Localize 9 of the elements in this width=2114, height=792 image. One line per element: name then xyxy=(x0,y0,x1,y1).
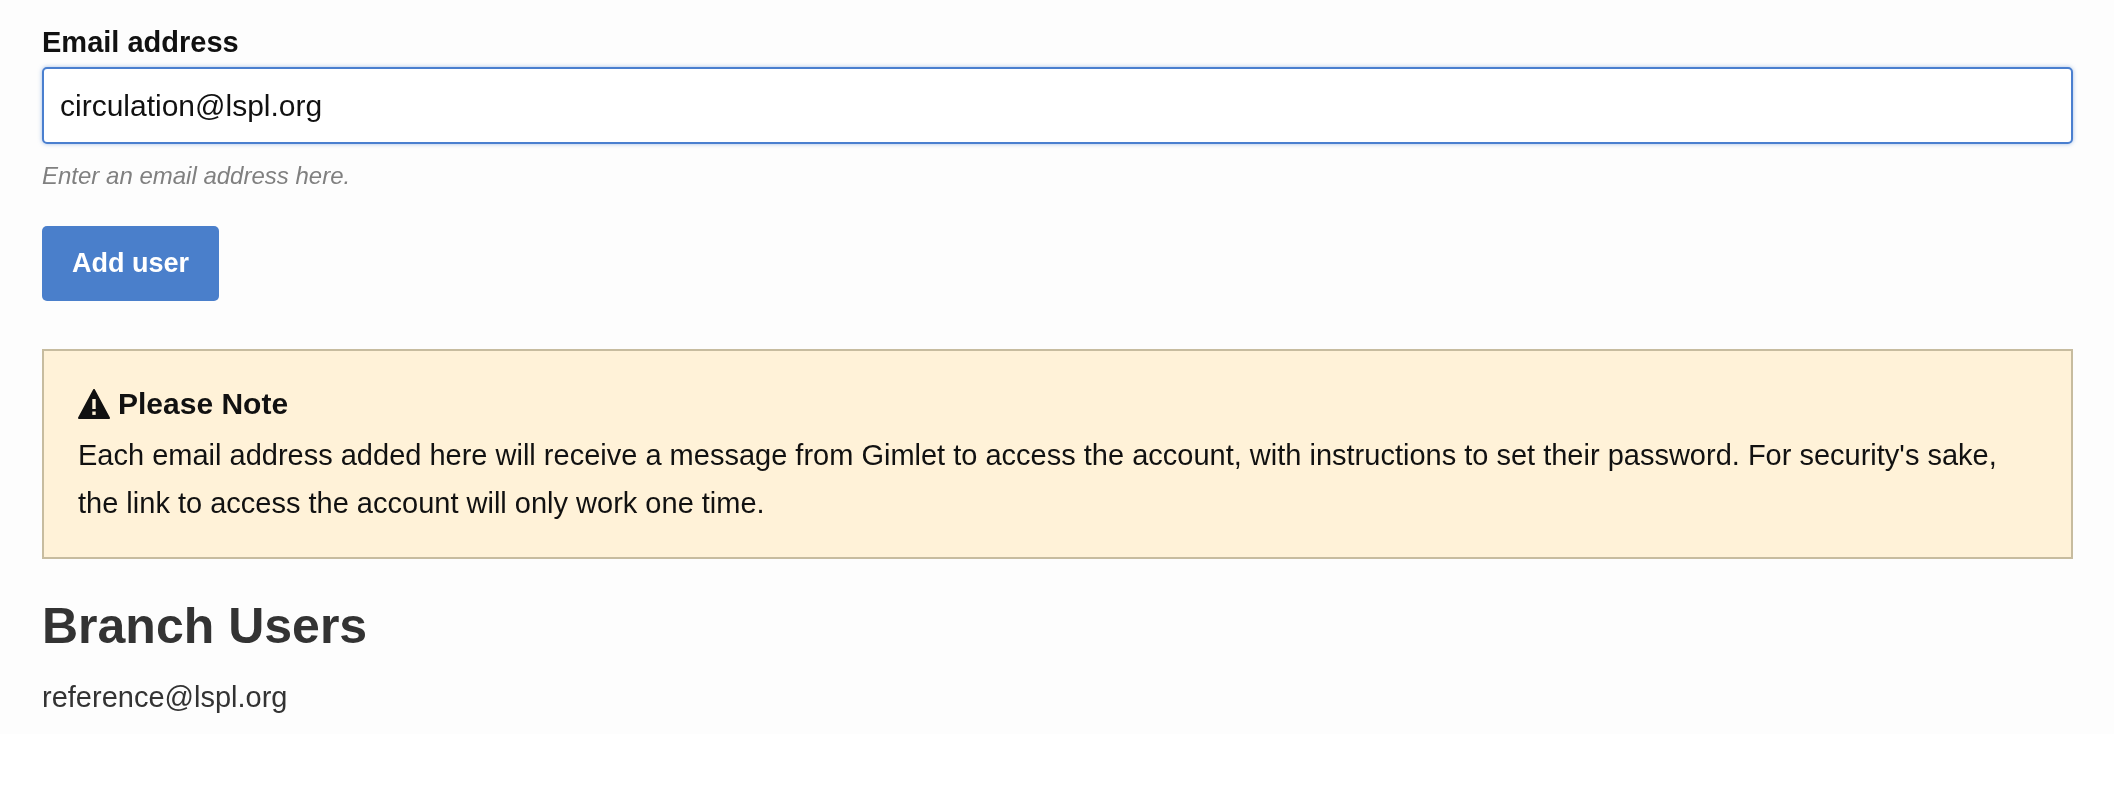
warning-icon xyxy=(78,389,110,419)
user-email: reference@lspl.org xyxy=(42,681,288,714)
note-text: Each email address added here will receive a message from Gimlet to access the account, with instructions to set their password. For security's sake, the link to access the account will only work one time. xyxy=(78,438,1998,521)
note-title: Please Note xyxy=(118,387,289,421)
email-input[interactable]: circulation@lspl.org xyxy=(42,67,2073,144)
field-hint: Enter an email address here. xyxy=(42,162,351,190)
add-user-button[interactable]: Add user xyxy=(42,226,220,301)
section-heading: Branch Users xyxy=(42,597,368,655)
field-label: Email address xyxy=(42,26,240,59)
